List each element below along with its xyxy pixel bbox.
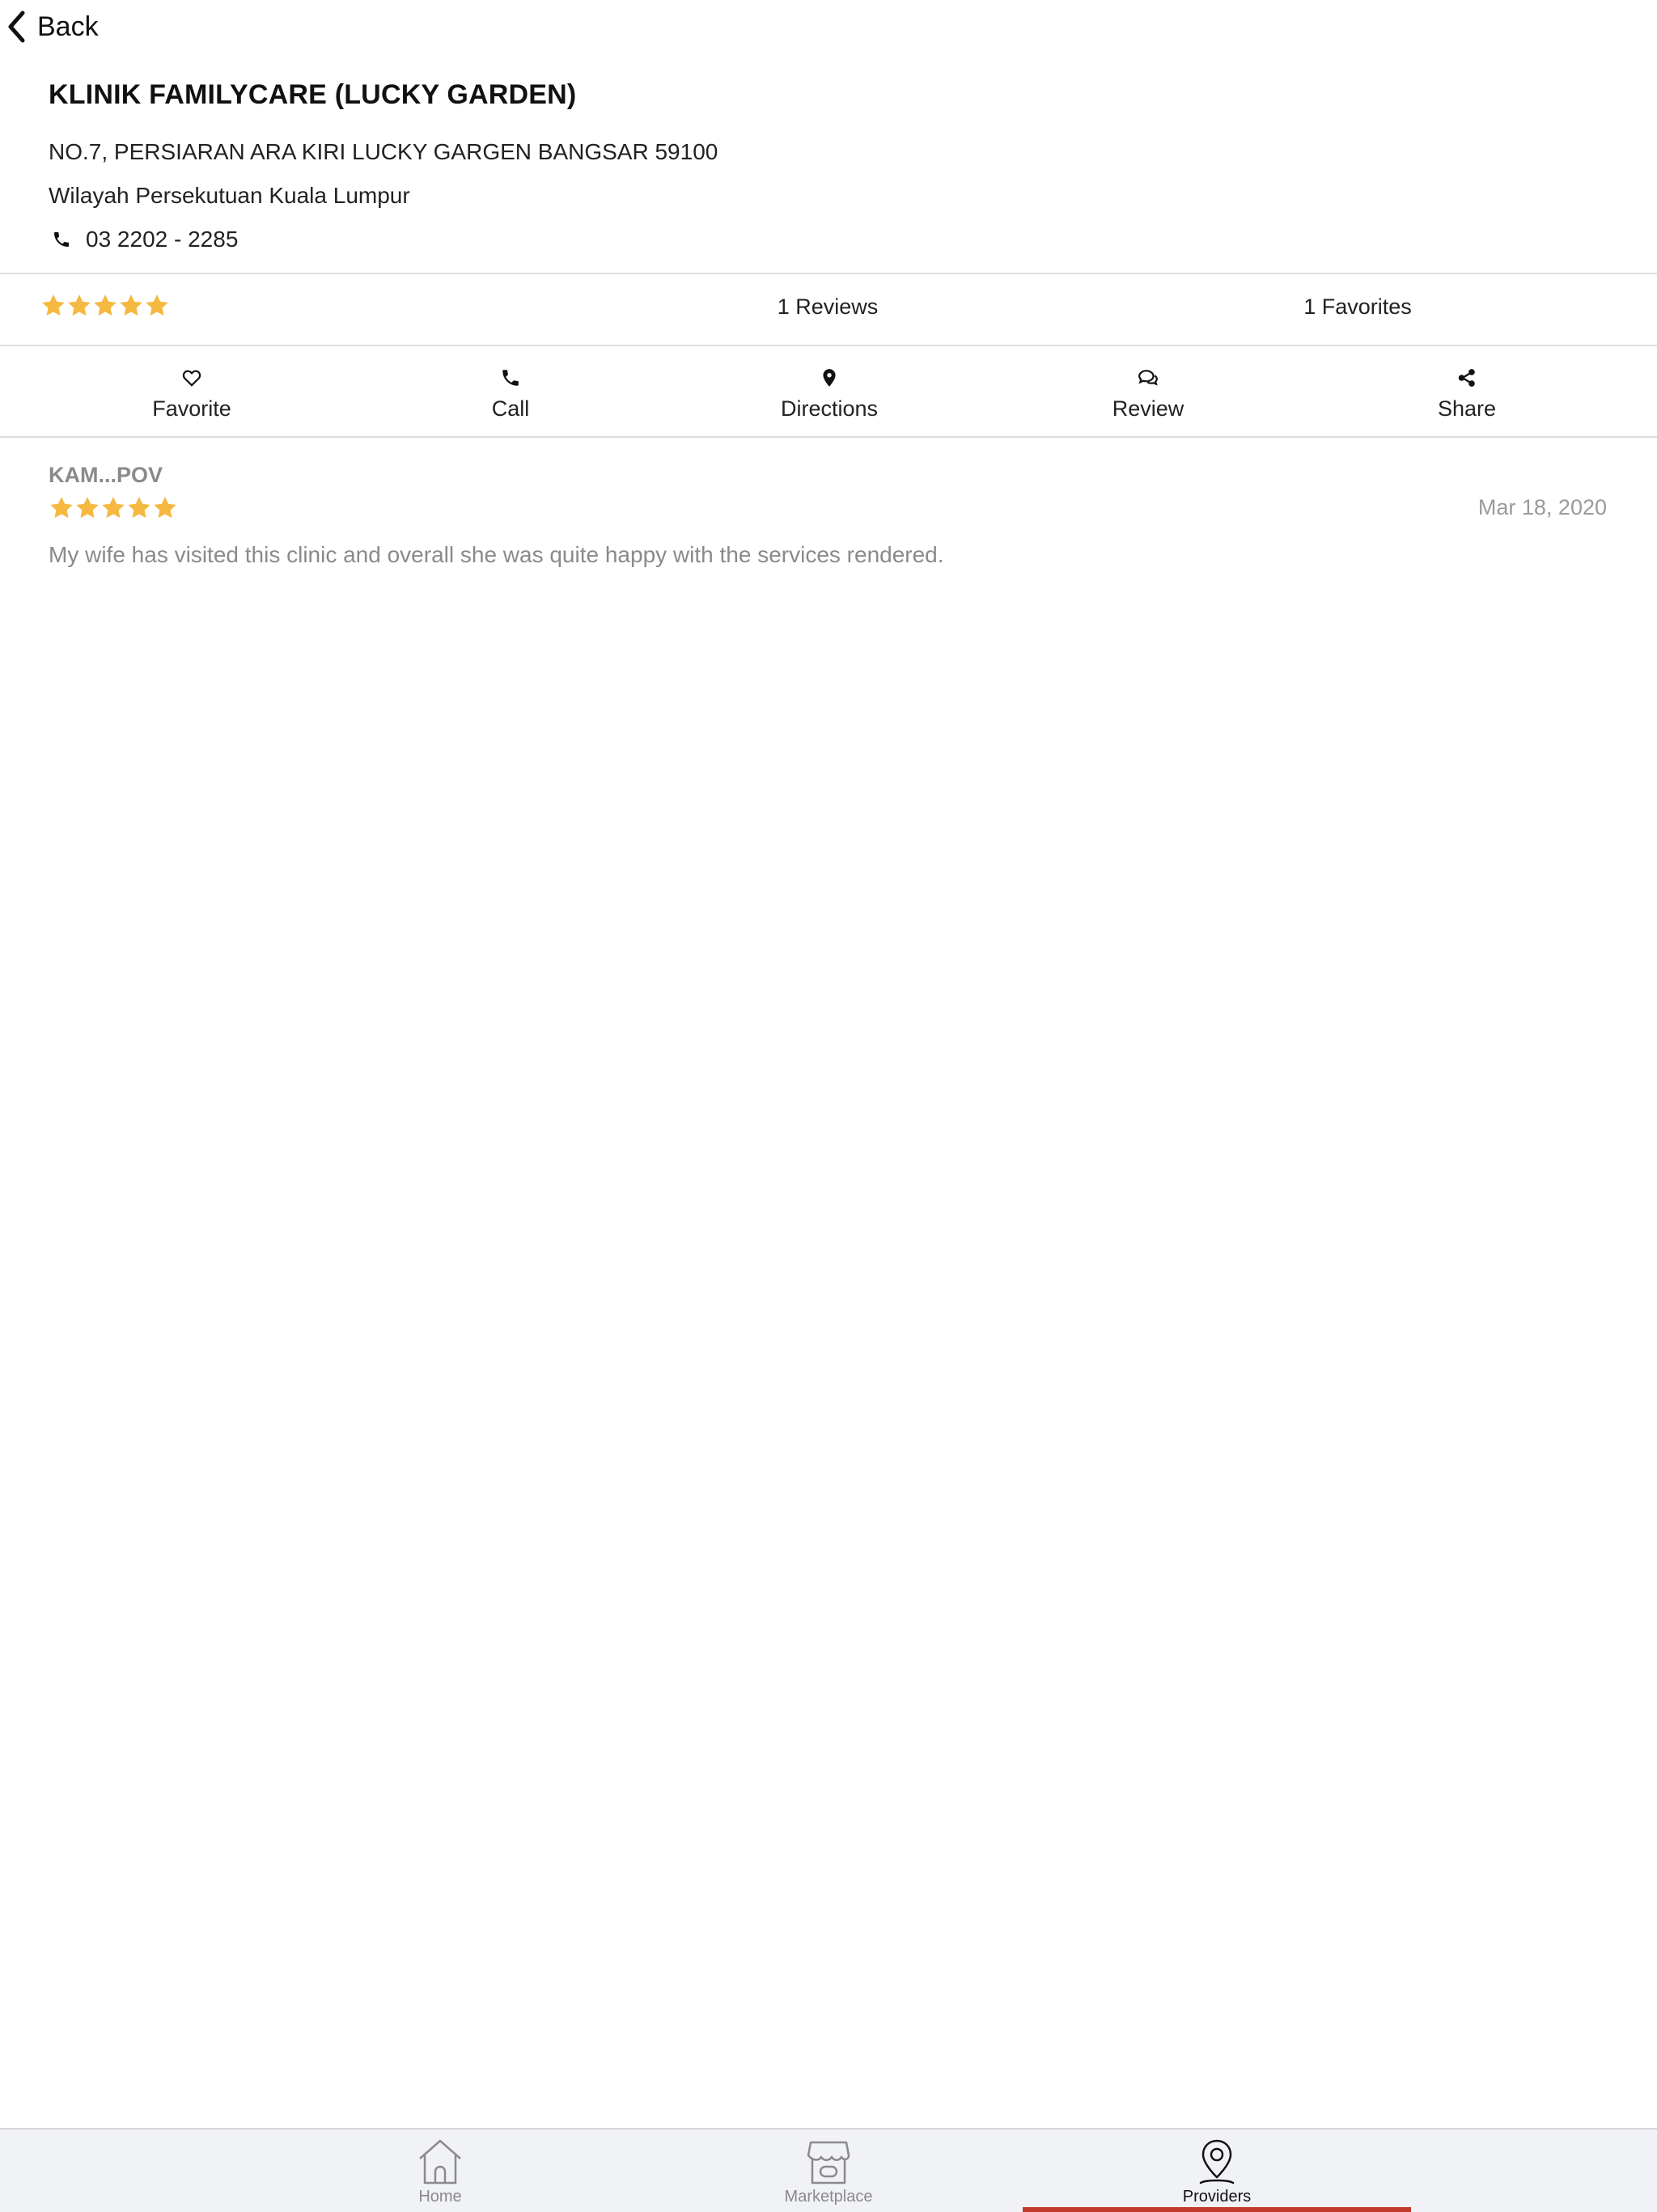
location-pin-icon (1199, 2139, 1235, 2184)
phone-number: 03 2202 - 2285 (86, 227, 239, 252)
directions-button[interactable]: Directions (670, 362, 989, 435)
star-icon (94, 295, 117, 316)
review-rating-stars (49, 495, 178, 521)
review-author: KAM...POV (49, 463, 163, 487)
review-label: Review (1112, 396, 1184, 421)
clinic-name: KLINIK FAMILYCARE (LUCKY GARDEN) (49, 79, 577, 110)
clinic-address-line2: Wilayah Persekutuan Kuala Lumpur (49, 183, 410, 208)
rating-stars (40, 293, 170, 319)
favorite-button[interactable]: Favorite (32, 362, 351, 435)
storefront-icon (807, 2141, 850, 2184)
share-icon (1458, 369, 1475, 387)
divider (0, 345, 1657, 346)
heart-icon (182, 370, 201, 387)
star-icon (146, 295, 168, 316)
reviews-count[interactable]: 1 Reviews (778, 295, 879, 320)
chevron-left-icon (8, 11, 25, 43)
tab-marketplace-label: Marketplace (784, 2188, 873, 2206)
review-date: Mar 18, 2020 (1477, 495, 1607, 519)
home-icon (419, 2139, 461, 2184)
star-icon (42, 295, 65, 316)
favorite-label: Favorite (152, 396, 231, 421)
directions-label: Directions (780, 396, 879, 421)
tab-providers-label: Providers (1182, 2188, 1252, 2206)
star-icon (68, 295, 91, 316)
favorites-count[interactable]: 1 Favorites (1303, 295, 1412, 320)
share-button[interactable]: Share (1307, 362, 1626, 435)
phone-icon (502, 370, 519, 386)
back-button[interactable]: Back (6, 6, 99, 47)
clinic-address-line1: NO.7, PERSIARAN ARA KIRI LUCKY GARGEN BA… (49, 139, 718, 164)
divider (0, 273, 1657, 274)
tab-providers[interactable]: Providers (1023, 2129, 1411, 2212)
back-label: Back (37, 11, 99, 42)
tab-marketplace[interactable]: Marketplace (634, 2129, 1023, 2212)
star-icon (120, 295, 142, 316)
map-marker-icon (823, 369, 836, 387)
clinic-phone[interactable]: 03 2202 - 2285 (52, 227, 238, 252)
share-label: Share (1437, 396, 1497, 421)
divider (0, 436, 1657, 438)
review-button[interactable]: Review (989, 362, 1307, 435)
star-icon (154, 497, 176, 519)
star-icon (102, 497, 125, 519)
call-button[interactable]: Call (351, 362, 670, 435)
star-icon (128, 497, 150, 519)
comments-icon (1138, 370, 1158, 386)
tab-home-label: Home (418, 2188, 462, 2206)
star-icon (76, 497, 99, 519)
phone-icon (54, 232, 69, 247)
star-icon (50, 497, 73, 519)
review-text: My wife has visited this clinic and over… (49, 542, 944, 567)
active-tab-indicator (1023, 2207, 1411, 2212)
tab-home[interactable]: Home (246, 2129, 634, 2212)
tab-bar: Home Marketplace Providers (0, 2128, 1657, 2212)
call-label: Call (491, 396, 530, 421)
